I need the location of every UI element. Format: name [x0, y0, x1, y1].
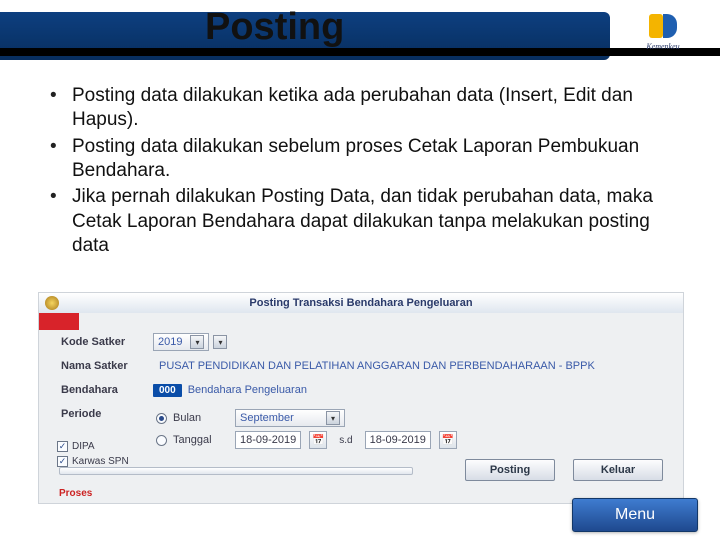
app-form: Kode Satker 2019 ▾ ▾ Nama Satker PUSAT P… [61, 333, 669, 449]
radio-tanggal-label: Tanggal [173, 434, 229, 446]
tanggal-from-value: 18-09-2019 [240, 434, 296, 446]
kemenkeu-logo: Kemenkeu [634, 8, 692, 64]
title-band: Posting Kemenkeu [0, 0, 720, 68]
kode-satker-select[interactable]: 2019 ▾ [153, 333, 209, 351]
tanggal-to-value: 18-09-2019 [370, 434, 426, 446]
periode-group: Bulan September ▾ Tanggal 18-09-2019 📅 s… [156, 409, 669, 449]
dropdown-extra-button[interactable]: ▾ [213, 335, 227, 349]
chevron-down-icon[interactable]: ▾ [326, 411, 340, 425]
slide-title: Posting [205, 6, 344, 49]
label-periode: Periode [61, 408, 153, 420]
menu-button[interactable]: Menu [572, 498, 698, 532]
radio-bulan-label: Bulan [173, 412, 229, 424]
kemenkeu-logo-icon [645, 8, 681, 44]
app-window-title: Posting Transaksi Bendahara Pengeluaran [39, 293, 683, 313]
red-accent [39, 313, 79, 330]
button-bar: Posting Keluar [59, 461, 663, 479]
progress-rail [59, 467, 413, 475]
bullet-item: Posting data dilakukan sebelum proses Ce… [50, 135, 680, 184]
tanggal-from-input[interactable]: 18-09-2019 [235, 431, 301, 449]
label-nama-satker: Nama Satker [61, 360, 153, 372]
title-stripe [0, 48, 720, 56]
label-sd: s.d [339, 435, 352, 446]
bullet-item: Posting data dilakukan ketika ada peruba… [50, 84, 680, 133]
keluar-button[interactable]: Keluar [573, 459, 663, 481]
posting-button[interactable]: Posting [465, 459, 555, 481]
emblem-icon [45, 296, 59, 310]
bendahara-code[interactable]: 000 [153, 384, 182, 397]
bullet-item: Jika pernah dilakukan Posting Data, dan … [50, 185, 680, 258]
bulan-value: September [240, 412, 294, 424]
label-bendahara: Bendahara [61, 384, 153, 396]
bendahara-label: Bendahara Pengeluaran [188, 384, 307, 396]
radio-bulan[interactable] [156, 413, 167, 424]
nama-satker-value: PUSAT PENDIDIKAN DAN PELATIHAN ANGGARAN … [153, 359, 601, 373]
bullet-content: Posting data dilakukan ketika ada peruba… [50, 84, 680, 260]
radio-tanggal[interactable] [156, 435, 167, 446]
label-kode-satker: Kode Satker [61, 336, 153, 348]
logo-text: Kemenkeu [634, 42, 692, 51]
bulan-select[interactable]: September ▾ [235, 409, 345, 427]
tanggal-to-input[interactable]: 18-09-2019 [365, 431, 431, 449]
checkbox-dipa-label: DIPA [72, 441, 95, 452]
calendar-icon[interactable]: 📅 [439, 431, 457, 449]
status-label: Proses [59, 488, 92, 499]
checkbox-dipa[interactable]: ✓ [57, 441, 68, 452]
kode-satker-value: 2019 [158, 336, 182, 348]
calendar-icon[interactable]: 📅 [309, 431, 327, 449]
app-window: Posting Transaksi Bendahara Pengeluaran … [38, 292, 684, 504]
chevron-down-icon[interactable]: ▾ [190, 335, 204, 349]
